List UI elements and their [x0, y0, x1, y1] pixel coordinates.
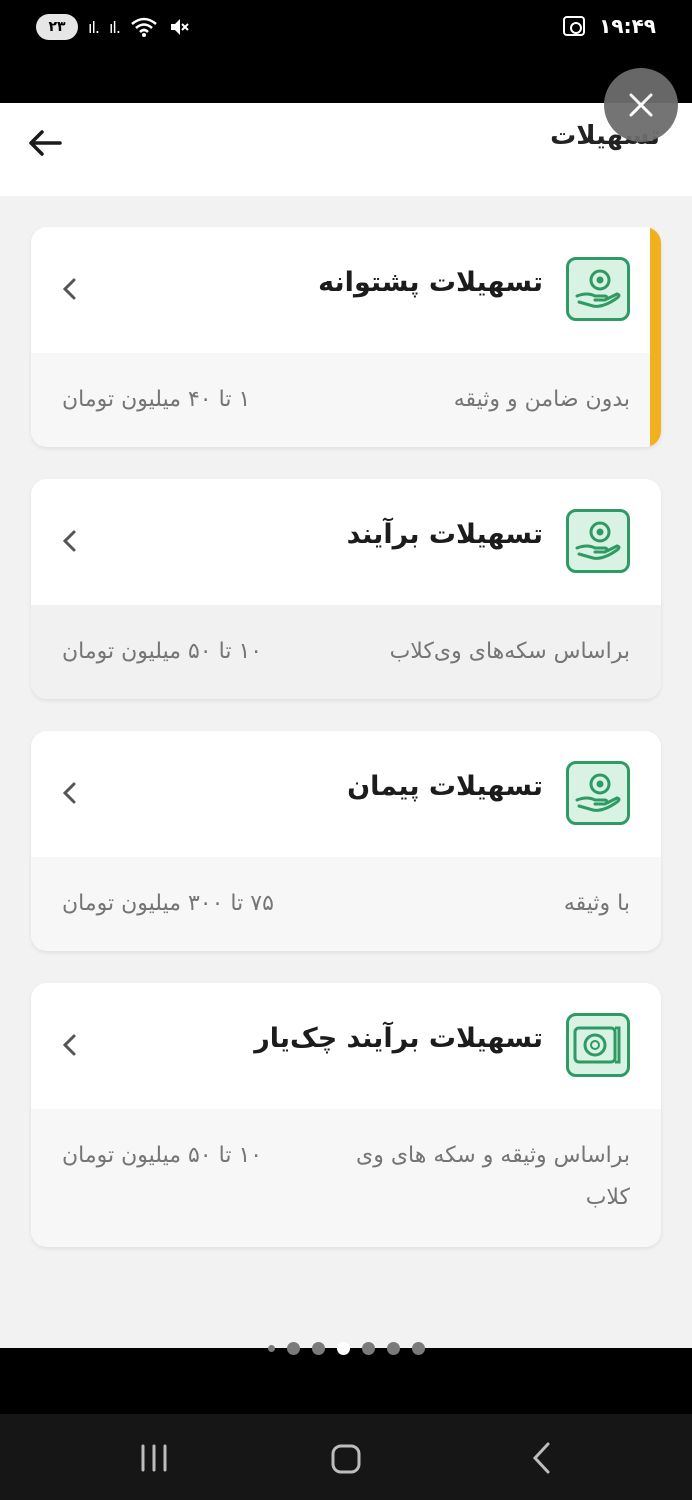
page-dot	[411, 1341, 425, 1355]
wifi-icon	[131, 17, 157, 37]
card-title: تسهیلات پشتوانه	[318, 267, 543, 298]
back-button[interactable]	[26, 123, 66, 163]
signal-icon-2: ıl.	[108, 17, 121, 37]
card-details: براساس سکه‌های وی‌کلاب ۱۰ تا ۵۰ میلیون ت…	[31, 605, 661, 699]
highlight-accent-bar	[650, 227, 661, 447]
card-header: تسهیلات پشتوانه	[31, 227, 661, 353]
page-dot	[311, 1341, 325, 1355]
card-description: بدون ضامن و وثیقه	[453, 387, 630, 412]
card-amount: ۱ تا ۴۰ میلیون تومان	[62, 387, 251, 412]
back-nav-icon[interactable]	[526, 1438, 558, 1478]
chevron-left-icon	[62, 530, 76, 552]
loan-card-barayand-chekyar[interactable]: تسهیلات برآیند چک‌یار براساس وثیقه و سکه…	[31, 983, 661, 1247]
card-description: براساس وثیقه و سکه های وی کلاب	[355, 1143, 630, 1210]
signal-icon-1: ıl.	[88, 17, 100, 37]
page-dot	[286, 1341, 300, 1355]
close-button[interactable]	[604, 68, 678, 142]
chevron-left-icon	[62, 1034, 76, 1056]
card-header: تسهیلات پیمان	[31, 731, 661, 857]
hand-coin-icon	[566, 509, 630, 573]
card-title: تسهیلات برآیند	[346, 519, 543, 550]
card-details: با وثیقه ۷۵ تا ۳۰۰ میلیون تومان	[31, 857, 661, 951]
status-bar: ۲۳ ıl. ıl. ۱۹:۴۹	[0, 0, 692, 103]
arrow-left-icon	[29, 130, 62, 156]
card-amount: ۱۰ تا ۵۰ میلیون تومان	[62, 639, 263, 664]
card-header: تسهیلات برآیند	[31, 479, 661, 605]
card-details: براساس وثیقه و سکه های وی کلاب ۱۰ تا ۵۰ …	[31, 1109, 661, 1247]
loan-card-poshtvaneh[interactable]: تسهیلات پشتوانه بدون ضامن و وثیقه ۱ تا ۴…	[31, 227, 661, 447]
card-title: تسهیلات پیمان	[347, 771, 543, 802]
battery-indicator: ۲۳	[36, 14, 78, 40]
status-left: ۲۳ ıl. ıl.	[36, 14, 190, 40]
chevron-left-icon	[62, 782, 76, 804]
status-right: ۱۹:۴۹	[563, 14, 656, 38]
card-description: با وثیقه	[563, 891, 630, 916]
clock: ۱۹:۴۹	[599, 14, 656, 38]
card-description: براساس سکه‌های وی‌کلاب	[389, 639, 630, 664]
page-dot	[267, 1344, 275, 1352]
header: تسهیلات	[0, 103, 692, 196]
home-icon[interactable]	[330, 1438, 362, 1478]
hand-coin-icon	[566, 257, 630, 321]
card-amount: ۱۰ تا ۵۰ میلیون تومان	[62, 1143, 263, 1168]
recent-apps-icon[interactable]	[138, 1438, 170, 1478]
page-dot	[361, 1341, 375, 1355]
card-header: تسهیلات برآیند چک‌یار	[31, 983, 661, 1109]
chevron-left-icon	[62, 278, 76, 300]
loan-card-barayand[interactable]: تسهیلات برآیند براساس سکه‌های وی‌کلاب ۱۰…	[31, 479, 661, 699]
close-icon	[629, 93, 653, 117]
cheque-icon	[566, 1013, 630, 1077]
page-dot-active	[336, 1341, 350, 1355]
card-details: بدون ضامن و وثیقه ۱ تا ۴۰ میلیون تومان	[31, 353, 661, 447]
card-title: تسهیلات برآیند چک‌یار	[254, 1023, 543, 1054]
hand-coin-icon	[566, 761, 630, 825]
screen-record-icon	[563, 16, 586, 36]
card-amount: ۷۵ تا ۳۰۰ میلیون تومان	[62, 891, 274, 916]
loan-card-peyman[interactable]: تسهیلات پیمان با وثیقه ۷۵ تا ۳۰۰ میلیون …	[31, 731, 661, 951]
system-nav-bar	[0, 1414, 692, 1500]
mute-icon	[170, 19, 189, 35]
page-indicator	[0, 1338, 692, 1358]
app-screen: تسهیلات تسهیلات پشتوانه بدون ضامن و وثیق…	[0, 68, 692, 1348]
page-dot	[386, 1341, 400, 1355]
